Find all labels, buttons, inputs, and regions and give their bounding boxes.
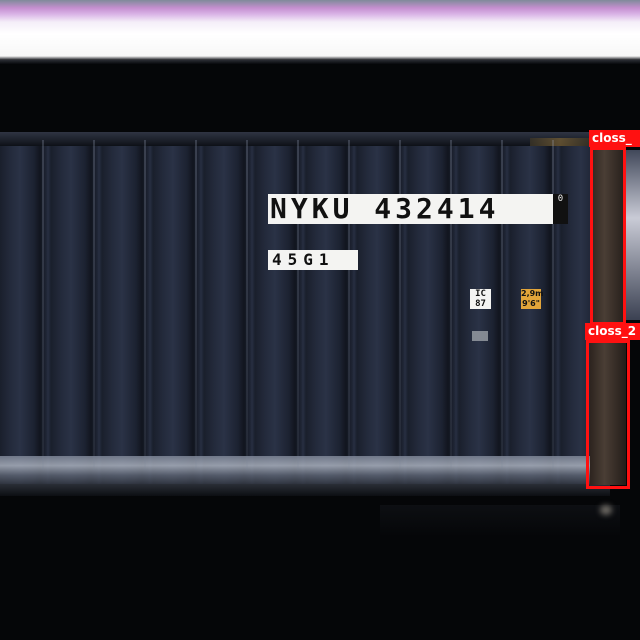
corrugation-rib <box>450 140 452 470</box>
corrugation-rib <box>348 140 350 470</box>
detection-label-closs-1: closs_ <box>589 130 640 147</box>
background-light-strip <box>624 150 640 320</box>
overhead-light-band <box>0 0 640 60</box>
light-band-edge <box>0 60 640 64</box>
corrugation-rib <box>246 140 248 470</box>
small-sticker <box>472 331 488 341</box>
corrugation-rib <box>552 140 554 470</box>
height-warning-sticker: 2,9m 9'6" <box>521 289 544 309</box>
detection-box-closs-1 <box>590 147 626 325</box>
detection-label-closs-2: closs_2 <box>585 323 640 340</box>
container-number-plate: NYKU 432414 <box>268 194 568 224</box>
corrugation-rib <box>195 140 197 470</box>
corrugation-rib <box>93 140 95 470</box>
trailer-chassis <box>380 505 620 537</box>
top-rail-rust <box>530 138 590 146</box>
corrugation-rib <box>501 140 503 470</box>
detection-box-closs-2 <box>586 340 630 489</box>
corrugation-rib <box>42 140 44 470</box>
corrugation-rib <box>144 140 146 470</box>
photo-scene: NYKU 432414 0 45G1 IC 87 2,9m 9'6" closs… <box>0 0 640 640</box>
chassis-light <box>600 505 612 515</box>
container-bottom-rail <box>0 484 610 496</box>
corrugation-rib <box>297 140 299 470</box>
type-code-plate: 45G1 <box>268 250 358 270</box>
corrugation-rib <box>399 140 401 470</box>
check-digit-box: 0 <box>553 194 568 224</box>
ic-sticker: IC 87 <box>470 289 491 309</box>
